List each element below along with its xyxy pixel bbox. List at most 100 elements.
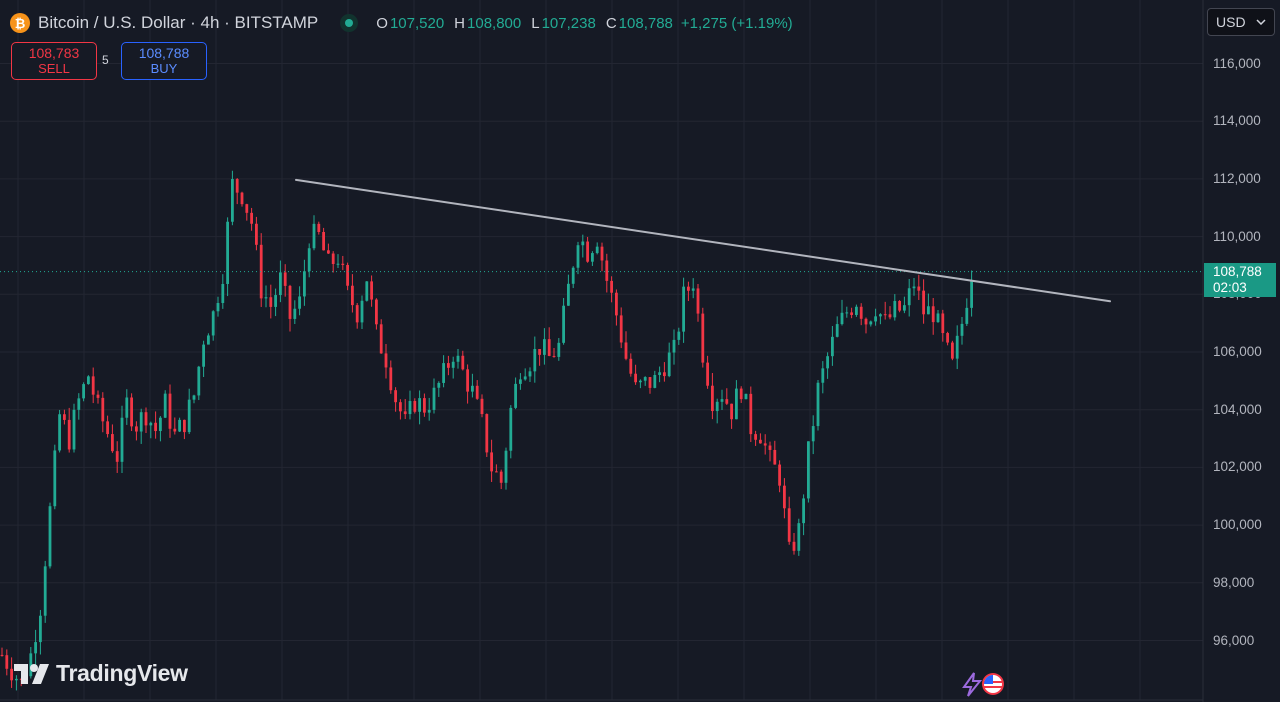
symbol-title[interactable]: Bitcoin / U.S. Dollar · 4h · BITSTAMP	[38, 13, 318, 33]
candle-body	[303, 271, 306, 296]
sell-button[interactable]: 108,783 SELL	[11, 42, 97, 80]
candle-body	[106, 421, 109, 434]
currency-value: USD	[1216, 14, 1246, 30]
candle-body	[365, 281, 368, 300]
bar-countdown: 02:03	[1213, 280, 1276, 296]
currency-select[interactable]: USD	[1207, 8, 1275, 36]
candle-body	[586, 242, 589, 262]
candle-body	[202, 345, 205, 367]
candle-body	[87, 376, 90, 384]
candle-body	[125, 398, 128, 418]
candle-body	[778, 465, 781, 486]
candle-body	[341, 264, 344, 265]
candle-body	[217, 303, 220, 311]
candle-body	[317, 224, 320, 232]
candle-body	[370, 281, 373, 299]
candle-body	[466, 369, 469, 391]
low-value: 107,238	[542, 15, 596, 32]
candle-body	[130, 398, 133, 427]
candle-body	[53, 450, 56, 506]
candle-body	[519, 379, 522, 383]
candle-body	[668, 353, 671, 377]
candle-body	[245, 204, 248, 213]
candle-body	[745, 394, 748, 399]
candle-body	[140, 412, 143, 431]
candle-body	[740, 389, 743, 400]
candle-body	[644, 377, 647, 381]
price-tick-label: 106,000	[1213, 344, 1262, 359]
candle-body	[965, 308, 968, 324]
candle-body	[471, 386, 474, 392]
market-status-icon[interactable]	[340, 14, 358, 32]
candle-body	[922, 291, 925, 315]
candle-body	[605, 261, 608, 281]
candle-body	[663, 372, 666, 376]
candle-body	[533, 349, 536, 371]
candle-body	[5, 655, 8, 669]
lightning-icon	[964, 673, 980, 696]
candle-body	[337, 264, 340, 265]
candle-body	[509, 408, 512, 451]
candle-body	[572, 268, 575, 284]
candle-body	[293, 309, 296, 319]
candle-body	[917, 287, 920, 291]
price-tick-label: 102,000	[1213, 459, 1262, 474]
candle-body	[308, 248, 311, 271]
candlestick-series	[1, 171, 973, 691]
candle-body	[557, 343, 560, 357]
candle-body	[524, 376, 527, 379]
trendline-drawing[interactable]	[296, 180, 1110, 301]
buy-price: 108,788	[139, 45, 190, 61]
candle-body	[250, 213, 253, 224]
candle-body	[495, 471, 498, 472]
candle-body	[101, 398, 104, 421]
candle-body	[500, 472, 503, 483]
candle-body	[221, 284, 224, 303]
candle-body	[154, 423, 157, 431]
candle-body	[97, 395, 100, 398]
price-tick-label: 112,000	[1213, 171, 1261, 186]
last-price-tag: 108,788 02:03	[1204, 263, 1276, 297]
candle-body	[92, 376, 95, 394]
candle-body	[351, 286, 354, 305]
candle-body	[207, 335, 210, 344]
candle-body	[538, 349, 541, 355]
bottom-indicator-icons[interactable]	[958, 671, 1008, 697]
candle-body	[111, 434, 114, 451]
candle-body	[749, 394, 752, 434]
candle-body	[821, 368, 824, 382]
spread-value: 5	[102, 53, 109, 67]
candle-body	[389, 367, 392, 390]
candle-body	[442, 363, 445, 383]
candle-body	[725, 399, 728, 404]
candle-body	[418, 398, 421, 412]
candle-body	[188, 400, 191, 432]
bitcoin-icon: ₿	[10, 13, 30, 33]
candle-body	[692, 288, 695, 290]
candle-body	[610, 281, 613, 293]
candle-body	[581, 242, 584, 246]
candle-body	[485, 414, 488, 452]
candle-body	[529, 371, 532, 376]
buy-button[interactable]: 108,788 BUY	[121, 42, 207, 80]
candle-body	[49, 506, 52, 566]
candle-body	[327, 250, 330, 253]
symbol-header: ₿ Bitcoin / U.S. Dollar · 4h · BITSTAMP …	[10, 10, 793, 36]
candle-body	[860, 307, 863, 319]
low-label: L	[531, 15, 539, 32]
candle-body	[236, 179, 239, 193]
candle-body	[159, 418, 162, 431]
candle-body	[145, 412, 148, 425]
price-tick-label: 110,000	[1213, 229, 1261, 244]
candle-body	[212, 311, 215, 335]
buy-label: BUY	[151, 61, 178, 77]
candle-body	[490, 452, 493, 471]
candle-body	[754, 434, 757, 440]
open-value: 107,520	[390, 15, 444, 32]
tradingview-logo[interactable]: TradingView	[14, 660, 188, 687]
candle-body	[409, 401, 412, 414]
candle-body	[812, 426, 815, 441]
candle-body	[898, 301, 901, 311]
candle-body	[437, 383, 440, 388]
price-chart[interactable]	[0, 0, 1280, 702]
